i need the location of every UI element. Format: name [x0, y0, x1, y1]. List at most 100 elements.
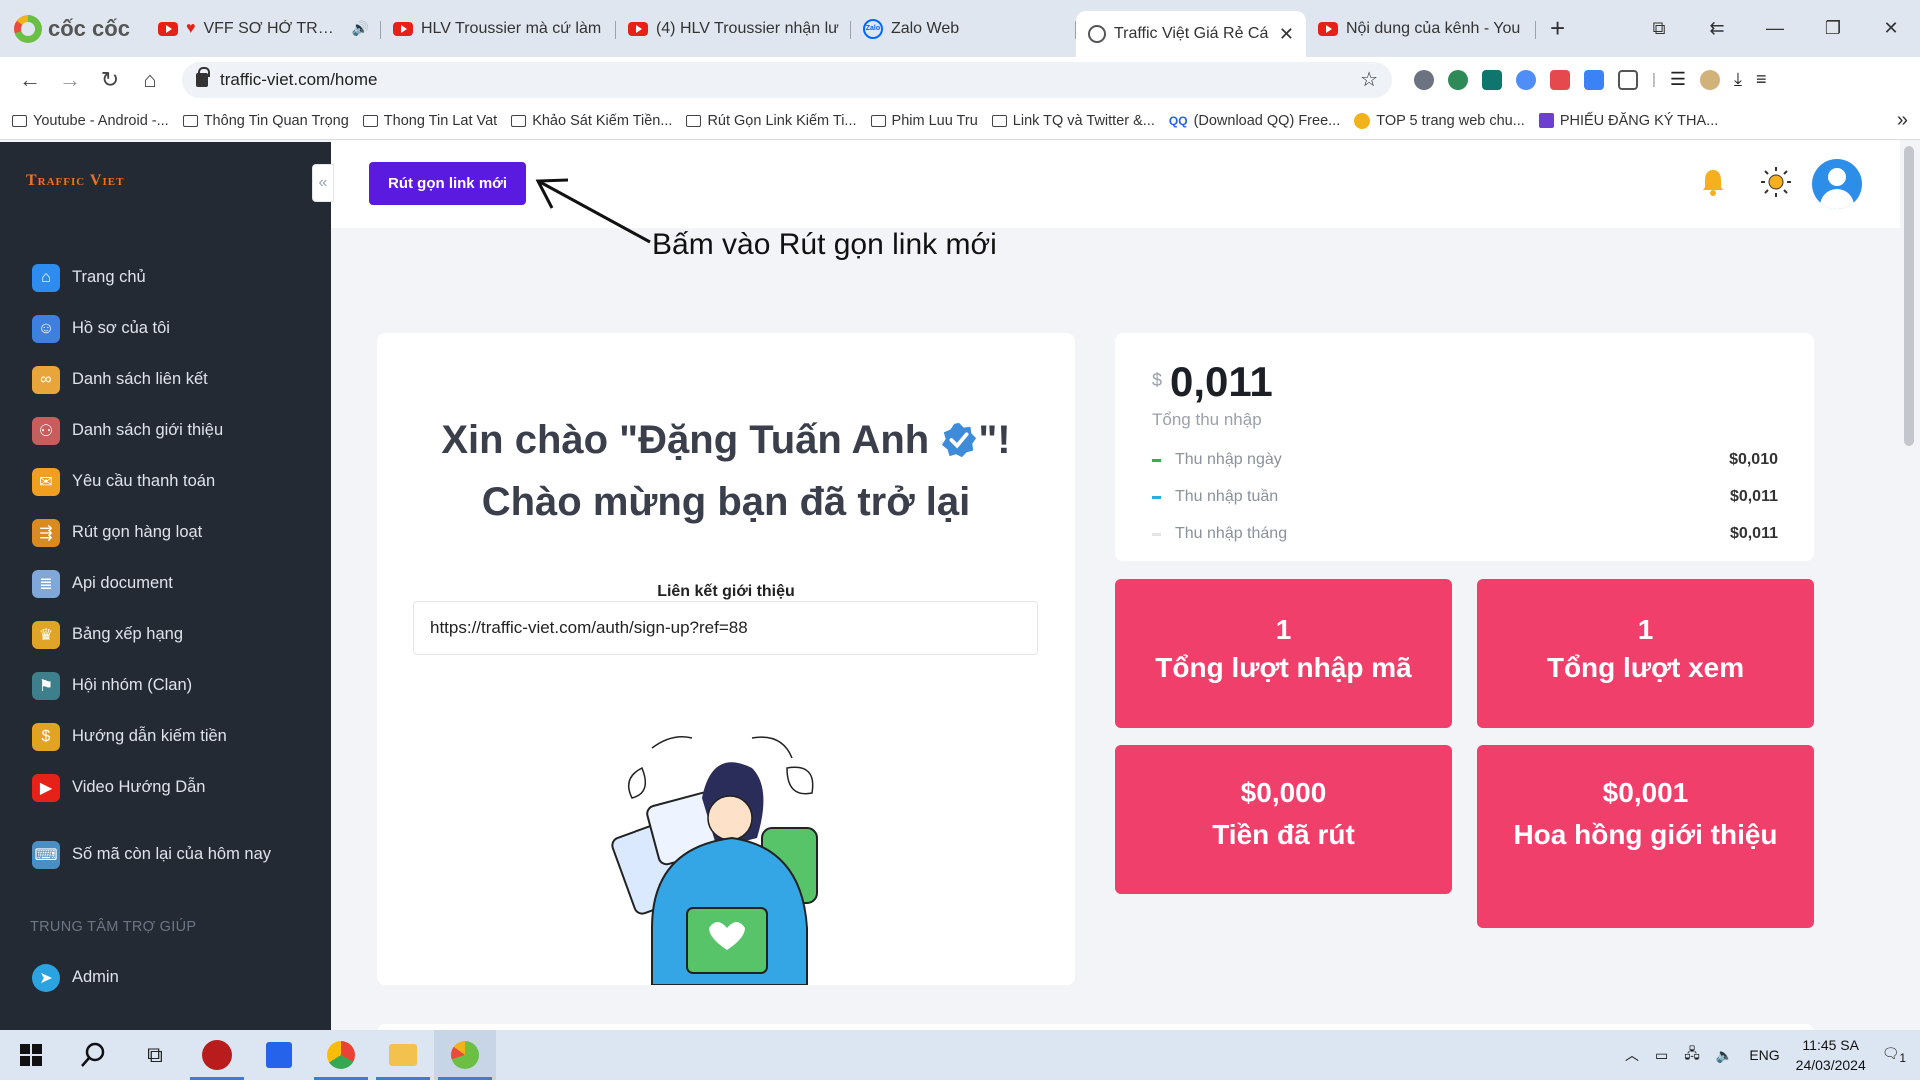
download-icon[interactable]: ⤓ — [1734, 69, 1742, 90]
user-avatar[interactable] — [1812, 159, 1862, 209]
taskbar-app[interactable] — [248, 1030, 310, 1080]
menu-icon[interactable]: ≡ — [1756, 69, 1767, 90]
chrome-app-icon — [327, 1041, 355, 1069]
shorten-new-link-button[interactable]: Rút gọn link mới — [369, 162, 526, 205]
tab-4-active[interactable]: Traffic Việt Giá Rẻ Cá ✕ — [1075, 11, 1306, 57]
volume-icon[interactable]: 🔈 — [1716, 1047, 1733, 1064]
legend-dash — [1152, 495, 1161, 499]
sidebar-item-7[interactable]: ♛ Bảng xếp hạng — [0, 609, 331, 660]
taskbar-app[interactable] — [310, 1030, 372, 1080]
scrollbar-thumb[interactable] — [1904, 146, 1914, 446]
bookmark-item[interactable]: TOP 5 trang web chu... — [1354, 112, 1525, 129]
notification-center-icon[interactable]: 🗨1 — [1882, 1045, 1906, 1065]
bookmark-item[interactable]: Khảo Sát Kiếm Tiền... — [511, 113, 672, 129]
network-icon[interactable]: 🖧 — [1684, 1043, 1700, 1067]
income-row-label: Thu nhập tuần — [1175, 488, 1279, 505]
minimize-icon[interactable]: — — [1746, 18, 1804, 39]
bookmark-label: (Download QQ) Free... — [1193, 112, 1341, 129]
reading-list-icon[interactable]: ☰ — [1670, 69, 1686, 90]
extension-icon[interactable] — [1482, 69, 1502, 90]
tab-history-icon[interactable]: ⇇ — [1688, 18, 1746, 39]
sidebar-item-label: Trang chủ — [72, 268, 146, 286]
more-bookmarks-icon[interactable]: » — [1897, 109, 1908, 132]
sidebar-item-5[interactable]: ⇶ Rút gọn hàng loạt — [0, 507, 331, 558]
new-tab-icon[interactable]: + — [1536, 13, 1579, 44]
browser-logo[interactable]: cốc cốc — [0, 0, 146, 57]
sidebar-item-label: Bảng xếp hạng — [72, 625, 184, 643]
bell-icon[interactable] — [1701, 168, 1725, 196]
sidebar-item-2[interactable]: ∞ Danh sách liên kết — [0, 354, 331, 405]
stat-card-withdrawn: $0,000 Tiền đã rút — [1115, 745, 1452, 894]
sidebar-item-admin[interactable]: ➤ Admin — [0, 952, 119, 1003]
bookmark-item[interactable]: Youtube - Android -... — [12, 113, 169, 129]
show-hidden-icons-icon[interactable]: ︿ — [1625, 1045, 1639, 1065]
sidebar-item-9[interactable]: $ Hướng dẫn kiếm tiền — [0, 711, 331, 762]
sidebar-item-11[interactable]: ⌨ Số mã còn lại của hôm nay — [0, 829, 331, 880]
puzzle-icon[interactable] — [1618, 69, 1638, 90]
input-language[interactable]: ENG — [1749, 1047, 1779, 1063]
sidebar-item-3[interactable]: ⚇ Danh sách giới thiệu — [0, 405, 331, 456]
bookmark-item[interactable]: Thong Tin Lat Vat — [362, 113, 497, 129]
restore-icon[interactable]: ❐ — [1804, 18, 1862, 39]
sidebar-item-6[interactable]: ≣ Api document — [0, 558, 331, 609]
bookmark-item[interactable]: Rút Gọn Link Kiếm Ti... — [686, 113, 857, 129]
bookmark-item[interactable]: Thông Tin Quan Trọng — [182, 113, 349, 129]
brand-logo[interactable]: Traffic Viet — [26, 172, 124, 190]
folder-icon — [870, 114, 886, 127]
bookmark-item[interactable]: Link TQ và Twitter &... — [991, 113, 1155, 129]
tab-label: HLV Troussier mà cứ làm — [420, 19, 602, 37]
forward-icon[interactable]: → — [50, 67, 90, 93]
referral-link-input[interactable] — [413, 601, 1038, 655]
bookmark-item[interactable]: PHIẾU ĐĂNG KÝ THA... — [1538, 112, 1719, 129]
back-icon[interactable]: ← — [10, 67, 50, 93]
translate-icon[interactable] — [1584, 69, 1604, 90]
browser-name: cốc cốc — [48, 15, 130, 41]
tab-2[interactable]: (4) HLV Troussier nhận lư — [616, 9, 851, 49]
bookmark-item[interactable]: QQ (Download QQ) Free... — [1169, 113, 1340, 129]
income-card: $ 0,011 Tổng thu nhập Thu nhập ngày $0,0… — [1115, 333, 1814, 561]
taskbar-app[interactable] — [186, 1030, 248, 1080]
close-tab-icon[interactable]: ✕ — [1279, 24, 1294, 45]
tab-5[interactable]: Nội dung của kênh - You — [1306, 9, 1536, 49]
sun-theme-icon[interactable] — [1760, 166, 1792, 198]
bookmark-label: Youtube - Android -... — [33, 112, 169, 129]
home-icon[interactable]: ⌂ — [130, 67, 170, 93]
taskbar-app-coccoc[interactable] — [434, 1030, 496, 1080]
sidebar-item-1[interactable]: ☺ Hồ sơ của tôi — [0, 303, 331, 354]
taskbar-search[interactable] — [62, 1030, 124, 1080]
tab-1[interactable]: HLV Troussier mà cứ làm — [381, 9, 616, 49]
close-window-icon[interactable]: ✕ — [1862, 18, 1920, 39]
sidebar-item-0[interactable]: ⌂ Trang chủ — [0, 252, 331, 303]
income-row-day: Thu nhập ngày $0,010 — [1152, 448, 1778, 472]
tab-3[interactable]: Zalo Zalo Web — [851, 9, 1076, 49]
folder-icon — [362, 114, 378, 127]
sidebar-item-10[interactable]: ▶ Video Hướng Dẫn — [0, 762, 331, 813]
income-row-label: Thu nhập ngày — [1175, 451, 1282, 468]
coccoc-app-icon — [451, 1041, 479, 1069]
task-view-button[interactable]: ⧉ — [124, 1030, 186, 1080]
clock[interactable]: 11:45 SA 24/03/2024 — [1796, 1035, 1866, 1075]
extension-icon[interactable] — [1414, 69, 1434, 90]
url-input[interactable]: traffic-viet.com/home ☆ — [182, 61, 1392, 98]
star-icon[interactable]: ☆ — [1360, 67, 1378, 92]
bookmark-label: PHIẾU ĐĂNG KÝ THA... — [1559, 112, 1719, 129]
reload-icon[interactable]: ↻ — [90, 67, 130, 93]
start-button[interactable] — [0, 1030, 62, 1080]
extension-icon[interactable] — [1516, 69, 1536, 90]
speaker-icon[interactable]: 🔊 — [352, 20, 369, 37]
tab-0[interactable]: ♥ VFF SƠ HỞ TRONG 🔊 — [146, 9, 381, 49]
collapse-sidebar-button[interactable]: « — [312, 164, 334, 202]
sidebar-item-4[interactable]: ✉ Yêu cầu thanh toán — [0, 456, 331, 507]
extension-icon[interactable] — [1550, 69, 1570, 90]
extension-icon[interactable] — [1448, 69, 1468, 90]
bookmark-label: Khảo Sát Kiếm Tiền... — [532, 112, 673, 129]
notification-count: 1 — [1899, 1051, 1906, 1065]
profile-icon[interactable] — [1700, 69, 1721, 90]
search-tabs-icon[interactable]: ⧉ — [1630, 18, 1688, 39]
bookmark-item[interactable]: Phim Luu Tru — [870, 113, 978, 129]
sidebar-item-8[interactable]: ⚑ Hội nhóm (Clan) — [0, 660, 331, 711]
sidebar-item-label: Yêu cầu thanh toán — [72, 472, 216, 490]
income-row-label: Thu nhập tháng — [1175, 525, 1288, 542]
battery-icon[interactable]: ▭ — [1655, 1047, 1668, 1064]
taskbar-app[interactable] — [372, 1030, 434, 1080]
